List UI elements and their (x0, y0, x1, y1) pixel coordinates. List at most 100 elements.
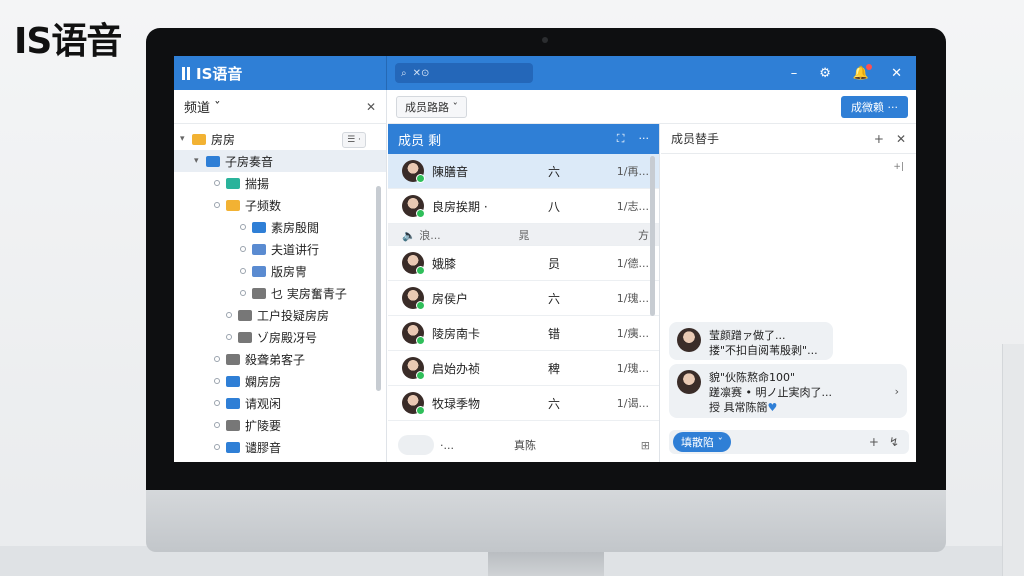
member-role: 错 (547, 326, 560, 341)
member-list-title: 成员 剩 (398, 133, 442, 149)
chat-input-bar[interactable]: 填散陷 ˇ + ↯ (669, 430, 909, 454)
member-row[interactable]: 良房挨期 · 八 1/志... (388, 189, 659, 224)
avatar (402, 322, 425, 345)
chevron-right-icon[interactable]: › (895, 384, 899, 399)
attach-icon[interactable]: + (869, 435, 879, 449)
app-window: IS语音 ⌕ ✕⊙ – ⚙ 🔔 ✕ 频道 ˇ ✕ ☰ · ▾ 房房 ▾ 子房奏音 揣揚子… (174, 56, 916, 462)
member-time: 1/谒... (616, 397, 649, 410)
channel-icon (252, 265, 266, 277)
search-placeholder: ✕⊙ (412, 67, 430, 79)
member-time: 1/痍... (616, 327, 649, 340)
channel-tree-item[interactable]: 嫻房房 (174, 370, 386, 392)
tree-node-icon (226, 334, 232, 340)
member-time: 1/瑰... (616, 362, 649, 375)
channel-label: 乜 実房奮青子 (271, 286, 347, 301)
footer-grid-icon[interactable]: ⊞ (641, 439, 650, 452)
member-list-panel: 成员 剩 ⛶ ··· 陳膳音六 1/再... 良房挨期 · 八 1/志... 🔈 浪...… (388, 124, 660, 462)
avatar (402, 287, 425, 310)
member-role: 六 (547, 164, 560, 179)
chat-pin-icon[interactable]: +| (893, 162, 904, 172)
channel-label: 房房 (211, 132, 236, 147)
footer-toggle[interactable] (398, 435, 434, 455)
member-row[interactable]: 娥膝 员 1/德... (388, 246, 659, 281)
settings-icon[interactable]: ⚙ (819, 66, 831, 81)
channel-close-icon[interactable]: ✕ (366, 100, 376, 114)
channel-tree-item[interactable]: 版房冑 (174, 260, 386, 282)
channel-tree-item[interactable]: 谴膠音 (174, 436, 386, 458)
avatar (402, 160, 425, 183)
channel-title[interactable]: 频道 ˇ (184, 97, 221, 116)
channel-tree-item[interactable]: 子频数 (174, 194, 386, 216)
chevron-down-icon[interactable]: ▾ (180, 134, 192, 144)
channel-tree-item[interactable]: 殺聋弟客子 (174, 348, 386, 370)
tree-node-icon (214, 400, 220, 406)
member-row[interactable]: 房侯户 六 1/瑰... (388, 281, 659, 316)
close-icon[interactable]: ✕ (891, 66, 902, 81)
voice-icon[interactable]: ↯ (889, 435, 899, 449)
member-group-row[interactable]: 🔈 浪... 晁 方 (388, 224, 659, 246)
member-row[interactable]: 陳膳音 六 1/再... (388, 154, 659, 189)
chat-title: 成员替手 (671, 132, 720, 146)
channel-tree-item[interactable]: 乜 実房奮青子 (174, 282, 386, 304)
member-dropdown[interactable]: 成员路路 ˇ (396, 95, 467, 118)
member-role: 六 (547, 291, 560, 306)
channel-tree-item[interactable]: 漫成房 (174, 458, 386, 462)
chat-add-icon[interactable]: + (874, 132, 884, 146)
tree-node-icon (214, 422, 220, 428)
channel-scrollbar[interactable] (376, 186, 381, 391)
channel-icon (226, 375, 240, 387)
channel-label: 夫道讲行 (271, 242, 320, 257)
channel-tree-item[interactable]: 揣揚 (174, 172, 386, 194)
channel-panel: 频道 ˇ ✕ ☰ · ▾ 房房 ▾ 子房奏音 揣揚 子频数 素房殷閲 夫道讲行 版房冑乜 実房奮… (174, 90, 387, 462)
search-icon: ⌕ (401, 67, 407, 79)
send-button[interactable]: 填散陷 ˇ (673, 432, 731, 452)
channel-tree: ▾ 房房 ▾ 子房奏音 揣揚 子频数 素房殷閲夫道讲行版房冑乜 実房奮青子工户投疑房房 ゾ房殿… (174, 124, 386, 462)
channel-icon (226, 397, 240, 409)
channel-tree-item[interactable]: 素房殷閲 (174, 216, 386, 238)
chat-panel: 成员替手 + ✕ +| 莹颜蹭ァ做了... 搂"不扣自阅苇殷剥"... 貌"伙陈… (661, 124, 916, 462)
expand-icon[interactable]: ⛶ (617, 132, 625, 146)
channel-icon (252, 243, 266, 255)
channel-icon (226, 441, 240, 453)
channel-tree-item[interactable]: ▾ 子房奏音 (174, 150, 386, 172)
member-row[interactable]: 启始办祯 稗 1/瑰... (388, 351, 659, 386)
tree-node-icon (226, 312, 232, 318)
member-list: 陳膳音六 1/再... 良房挨期 · 八 1/志... 🔈 浪... 晁方娥膝员 1/德...… (388, 154, 659, 421)
chevron-down-icon[interactable]: ▾ (194, 156, 206, 166)
channel-tree-item[interactable]: 扩陵要 (174, 414, 386, 436)
channel-tree-item[interactable]: 夫道讲行 (174, 238, 386, 260)
channel-tree-item[interactable]: 请观闲 (174, 392, 386, 414)
channel-icon (226, 199, 240, 211)
channel-label: 嫻房房 (245, 374, 282, 389)
channel-tree-item[interactable]: ▾ 房房 (174, 128, 386, 150)
member-name: 🔈 浪... (402, 228, 441, 242)
member-scrollbar[interactable] (650, 156, 655, 316)
monitor-stand (488, 552, 604, 576)
channel-tree-item[interactable]: ゾ房殿冴号 (174, 326, 386, 348)
channel-label: ゾ房殿冴号 (257, 330, 318, 345)
chat-close-icon[interactable]: ✕ (896, 132, 906, 146)
member-time: 1/瑰... (616, 292, 649, 305)
member-row[interactable]: 牧琭季物 六 1/谒... (388, 386, 659, 421)
member-name: 房侯户 (432, 291, 469, 306)
avatar (402, 357, 425, 380)
member-name: 牧琭季物 (432, 396, 481, 411)
member-name: 陵房南卡 (432, 326, 481, 341)
main-toolbar: 成员路路 ˇ 成微赖 ··· (388, 90, 916, 124)
channel-label: 请观闲 (245, 396, 282, 411)
search-input[interactable]: ⌕ ✕⊙ (395, 63, 533, 83)
message-line: 搂"不扣自阅苇殷剥"... (709, 344, 818, 357)
primary-action-button[interactable]: 成微赖 ··· (841, 95, 908, 118)
minimize-icon[interactable]: – (791, 66, 798, 81)
channel-label: 殺聋弟客子 (245, 352, 306, 367)
channel-tree-item[interactable]: 工户投疑房房 (174, 304, 386, 326)
channel-icon (192, 133, 206, 145)
camera-icon (542, 37, 548, 43)
channel-label: 工户投疑房房 (257, 308, 330, 323)
avatar (677, 370, 701, 394)
notification-icon[interactable]: 🔔 (853, 63, 873, 81)
member-row[interactable]: 陵房南卡 错 1/痍... (388, 316, 659, 351)
tree-node-icon (240, 268, 246, 274)
member-time: 1/德... (616, 257, 649, 270)
more-icon[interactable]: ··· (639, 132, 650, 146)
